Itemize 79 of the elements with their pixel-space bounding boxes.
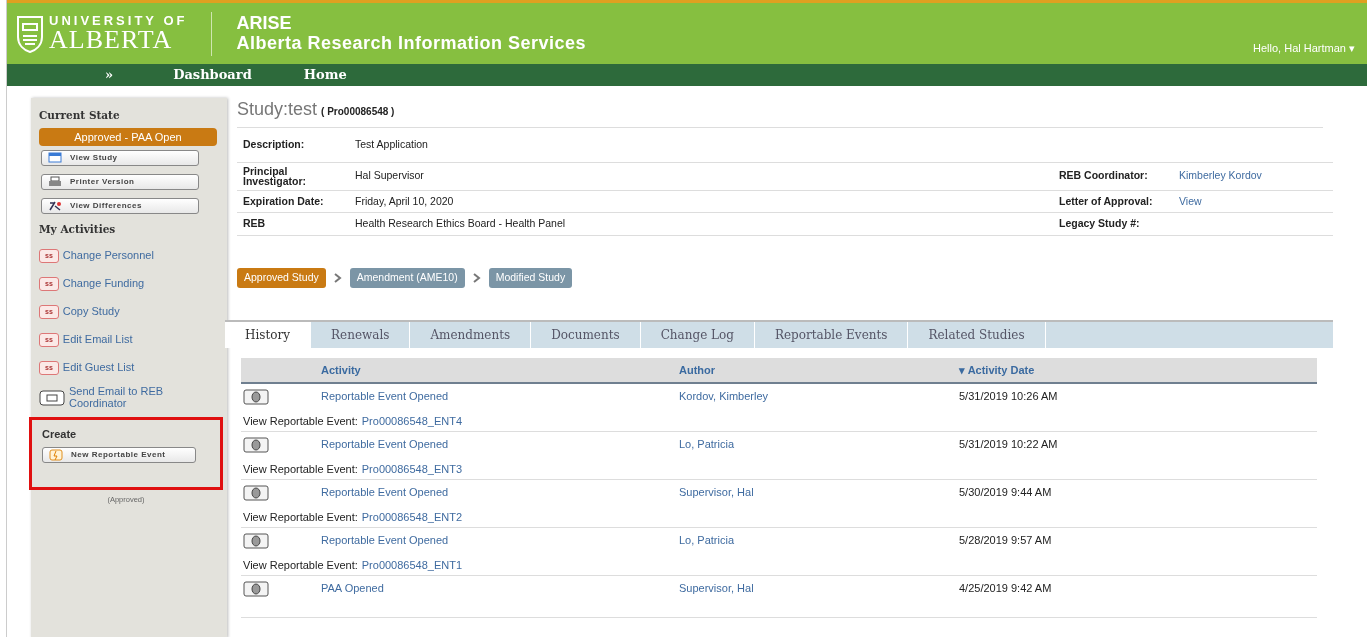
field-label: Expiration Date: (237, 190, 349, 213)
field-link[interactable]: Kimberley Kordov (1179, 169, 1262, 182)
author-link[interactable]: Lo, Patricia (679, 534, 735, 547)
field-label: REB Coordinator: (1053, 162, 1173, 190)
activity-link[interactable]: Edit Email List (62, 334, 133, 346)
event-icon (243, 484, 269, 501)
column-header[interactable]: Author (679, 361, 959, 379)
study-id: ( Pro00086548 ) (321, 105, 395, 119)
detail-link[interactable]: Pro00086548_ENT2 (361, 508, 463, 526)
sidebar-button[interactable]: Printer Version (41, 174, 199, 191)
expand-toggle[interactable]: » (105, 65, 114, 85)
envelope-icon (39, 389, 65, 406)
field-label: Principal Investigator: (237, 162, 349, 190)
activity-link[interactable]: Reportable Event Opened (321, 532, 449, 549)
workflow-step[interactable]: Modified Study (488, 268, 573, 288)
section-title: Current State (39, 108, 121, 123)
activity-link[interactable]: Change Funding (62, 278, 145, 290)
field-label: REB (237, 212, 349, 236)
state-badge: Approved - PAA Open (39, 127, 217, 147)
university-name: UNIVERSITY OF (49, 14, 188, 27)
chevron-icon (333, 272, 342, 283)
column-header[interactable]: Activity (241, 361, 679, 379)
printer-icon (48, 176, 62, 189)
date-cell-text: 5/28/2019 9:57 AM (959, 533, 1052, 549)
window-icon (48, 152, 62, 165)
activity-link[interactable]: Change Personnel (62, 250, 154, 262)
date-cell-text: 5/31/2019 10:22 AM (959, 437, 1058, 453)
activity-link[interactable]: Reportable Event Opened (321, 436, 449, 453)
event-icon (243, 436, 269, 453)
author-link[interactable]: Kordov, Kimberley (679, 390, 769, 403)
compare-icon (48, 200, 62, 213)
section-title: My Activities (39, 222, 117, 238)
author-link[interactable]: Supervisor, Hal (679, 582, 754, 595)
crest-icon (15, 13, 45, 54)
section-title: Create (42, 427, 78, 443)
date-cell-text: 4/25/2019 9:42 AM (959, 581, 1052, 597)
activity-link[interactable]: Edit Guest List (62, 362, 135, 374)
field-label: Description: (237, 128, 349, 162)
column-header[interactable]: ▾ Activity Date (959, 361, 1317, 379)
nav-link[interactable]: Home (303, 65, 347, 85)
detail-label: View Reportable Event: (243, 509, 358, 525)
author-link[interactable]: Supervisor, Hal (679, 486, 754, 499)
event-icon (243, 532, 269, 549)
date-cell-text: 5/31/2019 10:26 AM (959, 389, 1058, 405)
field-link[interactable]: View (1179, 194, 1202, 207)
detail-link[interactable]: Pro00086548_ENT1 (361, 556, 463, 574)
activity-link[interactable]: Copy Study (62, 306, 120, 318)
field-label: Letter of Approval: (1053, 190, 1173, 213)
detail-link[interactable]: Pro00086548_ENT3 (361, 460, 463, 478)
field-value: Friday, April 10, 2020 (349, 190, 1053, 213)
sidebar-button[interactable]: New Reportable Event (42, 446, 196, 463)
university-name: ALBERTA (49, 27, 174, 53)
activity-link[interactable]: Send Email to REB Coordinator (69, 386, 169, 410)
event-icon (243, 388, 269, 405)
activity-link[interactable]: Reportable Event Opened (321, 388, 449, 405)
chevron-icon (472, 272, 481, 283)
detail-label: View Reportable Event: (243, 413, 358, 429)
field-value: Test Application (349, 128, 1053, 162)
detail-label: View Reportable Event: (243, 461, 358, 477)
tab[interactable]: History (225, 321, 312, 348)
field-value: Health Research Ethics Board - Health Panel (349, 212, 1053, 236)
workflow-step[interactable]: Amendment (AME10) (349, 268, 465, 288)
event-icon (243, 580, 269, 597)
field-value: Hal Supervisor (349, 162, 1053, 190)
nav-link[interactable]: Dashboard (173, 65, 252, 85)
sidebar-button[interactable]: View Differences (41, 198, 199, 215)
detail-link[interactable]: Pro00086548_ENT4 (361, 412, 463, 430)
activity-link[interactable]: Reportable Event Opened (321, 484, 449, 501)
lightning-icon (49, 448, 63, 461)
detail-label: View Reportable Event: (243, 557, 358, 573)
sidebar-button[interactable]: View Study (41, 150, 199, 167)
workflow-step[interactable]: Approved Study (237, 268, 326, 288)
date-cell-text: 5/30/2019 9:44 AM (959, 485, 1052, 501)
app-full-name: Alberta Research Information Services (236, 33, 588, 54)
app-name: ARISE (236, 13, 293, 34)
activity-link[interactable]: PAA Opened (321, 580, 384, 597)
study-title: Study:test (237, 98, 318, 121)
field-label: Legacy Study #: (1053, 212, 1173, 236)
author-link[interactable]: Lo, Patricia (679, 438, 735, 451)
